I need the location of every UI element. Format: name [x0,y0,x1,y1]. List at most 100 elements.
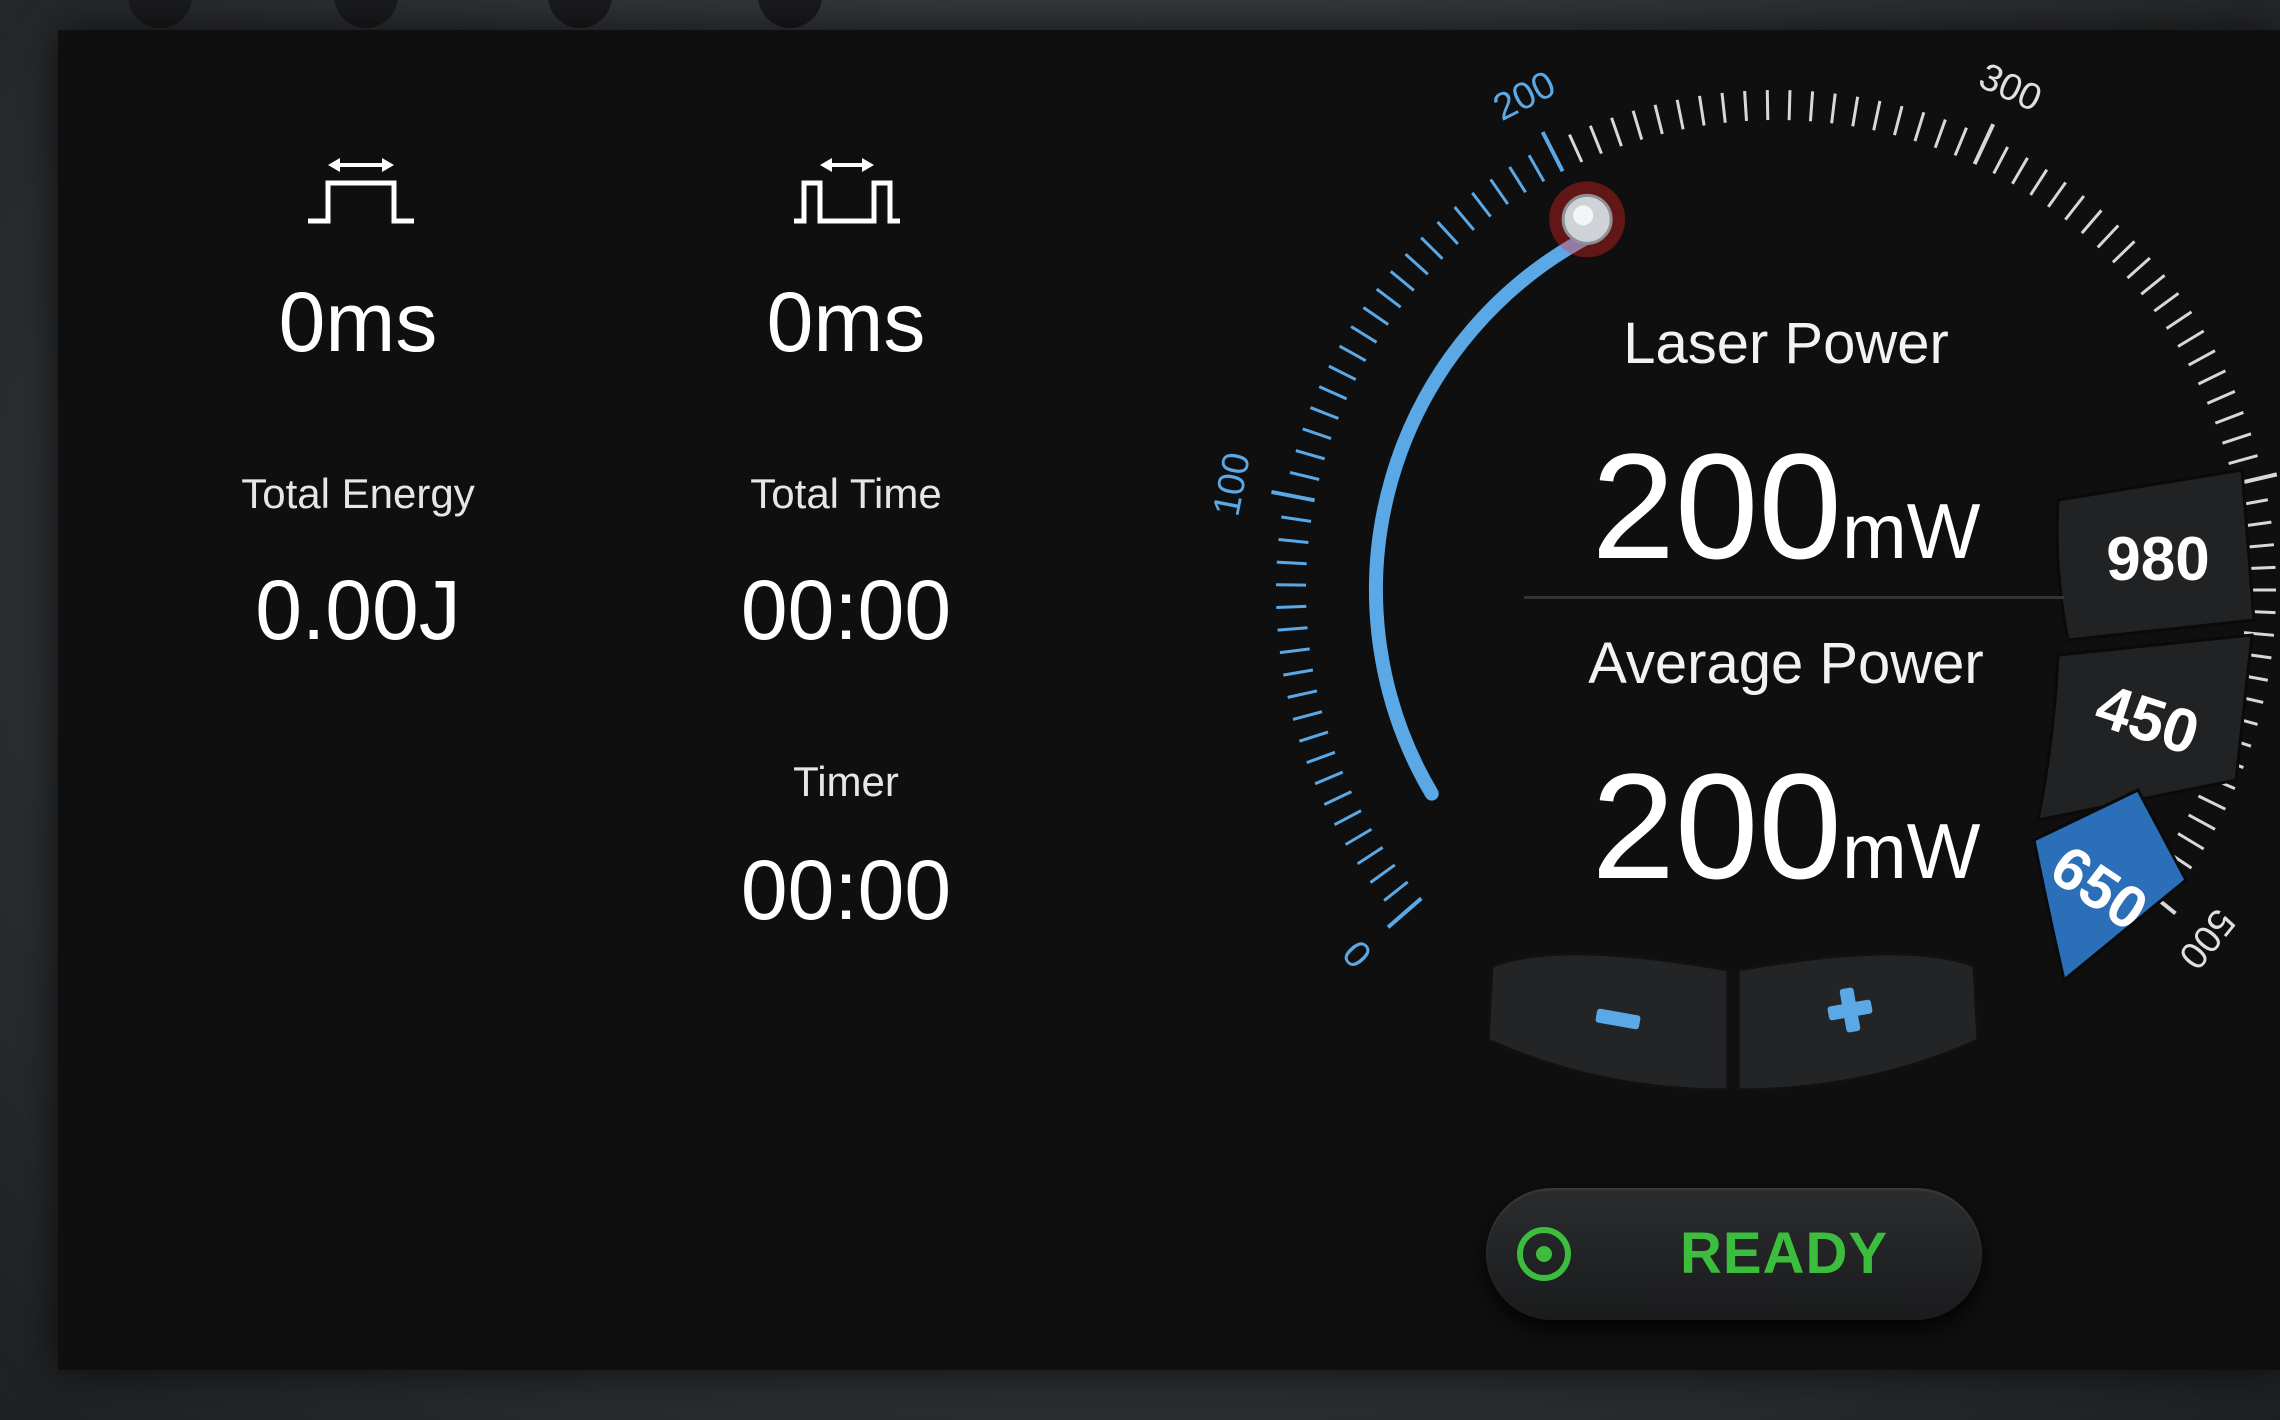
laser-control-screen: 0ms Total Energy 0.00J 0ms Total Time 00… [58,30,2280,1370]
gauge-tick [1295,449,1326,461]
gauge-tick [2111,240,2136,264]
wavelength-980-button[interactable]: 980 [2055,468,2256,642]
wavelength-450-button[interactable]: 450 [2036,633,2254,822]
wavelength-980-label: 980 [2106,525,2209,594]
gauge-tick [1992,146,2009,175]
gauge-tick [1851,96,1860,127]
gauge-tick [2140,274,2166,296]
gauge-tick [1972,123,1996,165]
laser-power-label: Laser Power [1623,311,1949,376]
gauge-tick [2011,157,2029,185]
gauge-tick [1389,270,1415,292]
average-power-unit: mW [1841,807,1981,895]
gauge-tick [1292,710,1323,721]
gauge-tick [1953,127,1968,157]
gauge-tick [1471,191,1492,218]
gauge-tick [1271,489,1316,503]
gauge-tick [2080,209,2103,235]
gauge-tick [1362,306,1390,326]
gauge-tick [1453,206,1476,231]
gauge-tick [1913,111,1926,142]
gauge-scale-label: 300 [1973,56,2048,121]
gauge-tick [1283,668,1314,677]
gauge-tick [1369,863,1396,884]
gauge-tick [2153,292,2180,313]
gauge-tick [1540,131,1565,173]
gauge-tick [1404,253,1429,276]
target-icon [1517,1227,1571,1281]
gauge-tick [1279,647,1310,655]
increase-power-button[interactable] [1736,952,1980,1092]
gauge-tick [1893,105,1904,136]
gauge-tick [2187,349,2216,367]
gauge-tick [2064,195,2086,221]
gauge-tick [1277,626,1308,632]
gauge-tick [1298,730,1329,743]
laser-power-value: 200 [1591,422,1842,590]
gauge-tick [2187,813,2216,831]
average-power-readout: 200mW [1506,740,2066,913]
gauge-tick [1287,689,1318,699]
gauge-tick [1350,325,1378,344]
gauge-tick [1323,790,1353,806]
gauge-tick [1808,91,1815,122]
gauge-tick [1720,92,1727,123]
gauge-tick [1375,287,1402,309]
gauge-tick [1698,95,1706,126]
ready-label: READY [1680,1221,1889,1286]
gauge-tick [2096,224,2120,249]
gauge-tick [1765,90,1770,121]
ready-button[interactable]: READY [1486,1188,1982,1320]
gauge-tick [1276,604,1307,609]
gauge-tick [1653,104,1664,135]
gauge-tick [2206,390,2236,405]
gauge-divider [1524,596,2064,599]
gauge-tick [1356,846,1384,866]
gauge-tick [1568,134,1584,163]
gauge-tick [2029,168,2049,196]
gauge-scale-label: 500 [2170,901,2243,977]
gauge-scale-label: 0 [1335,932,1381,976]
gauge-tick [2165,310,2193,330]
gauge-tick [1309,406,1339,420]
gauge-tick [1338,344,1367,363]
gauge-tick [1306,750,1336,765]
gauge-tick [2177,832,2205,851]
laser-power-unit: mW [1841,487,1981,575]
gauge-tick [2197,369,2227,386]
gauge-tick [1314,770,1344,786]
gauge-scale-label: 200 [1487,63,1563,129]
gauge-tick [2222,432,2252,445]
gauge-tick [1333,809,1362,827]
gauge-tick [2214,411,2244,425]
gauge-tick [1420,236,1444,260]
gauge-tick [1675,99,1685,130]
gauge-tick [2228,454,2258,466]
gauge-tick [1386,896,1423,929]
gauge-knob[interactable] [1549,181,1626,258]
gauge-tick [1489,178,1509,205]
gauge-tick [1302,427,1332,440]
gauge-tick [1278,537,1309,544]
gauge-tick [1933,119,1947,149]
laser-power-readout: 200mW [1506,420,2066,593]
gauge-tick [1281,515,1312,523]
gauge-tick [1289,470,1320,481]
gauge-tick [1743,90,1748,122]
gauge-tick [2177,329,2205,348]
average-power-value: 200 [1591,742,1842,910]
gauge-tick [1588,125,1603,155]
power-gauge: 0100200300400500 980 450 [1206,56,2278,1092]
gauge-tick [2126,256,2151,280]
gauge-tick [1508,166,1527,194]
gauge-tick [1872,100,1882,131]
gauge-tick [1787,90,1792,121]
gauge-tick [2197,794,2227,811]
gauge-tick [1610,117,1623,147]
gauge-tick [1830,93,1837,124]
decrease-power-button[interactable] [1486,952,1730,1092]
gauge-scale-label: 100 [1206,449,1259,519]
gauge-tick [1383,880,1409,902]
gauge-tick [1436,220,1459,246]
gauge-tick [1631,110,1644,141]
